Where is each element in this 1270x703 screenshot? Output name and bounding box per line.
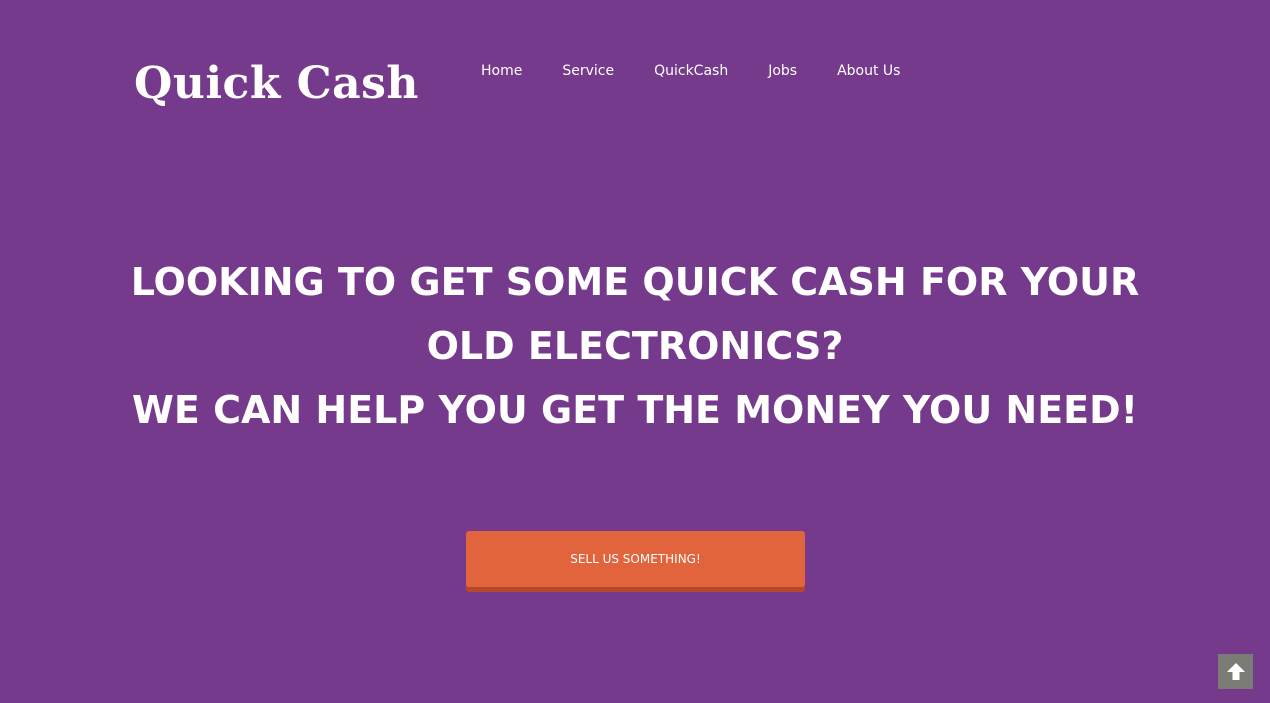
hero-line-1: LOOKING TO GET SOME QUICK CASH FOR YOUR … [130, 260, 1140, 368]
arrow-up-icon [1226, 662, 1245, 680]
nav-item-about-us[interactable]: About Us [837, 60, 900, 82]
hero-line-2: WE CAN HELP YOU GET THE MONEY YOU NEED! [131, 388, 1139, 432]
page: Quick Cash Home Service QuickCash Jobs A… [0, 0, 1270, 703]
scroll-to-top-button[interactable] [1218, 654, 1253, 689]
nav-item-jobs[interactable]: Jobs [768, 60, 797, 82]
nav-item-home[interactable]: Home [481, 60, 522, 82]
main-nav: Home Service QuickCash Jobs About Us [481, 60, 900, 82]
sell-us-something-button[interactable]: SELL US SOMETHING! [466, 531, 805, 587]
logo[interactable]: Quick Cash [134, 58, 419, 110]
hero-heading: LOOKING TO GET SOME QUICK CASH FOR YOUR … [100, 250, 1170, 442]
nav-item-service[interactable]: Service [562, 60, 614, 82]
nav-item-quickcash[interactable]: QuickCash [654, 60, 728, 82]
